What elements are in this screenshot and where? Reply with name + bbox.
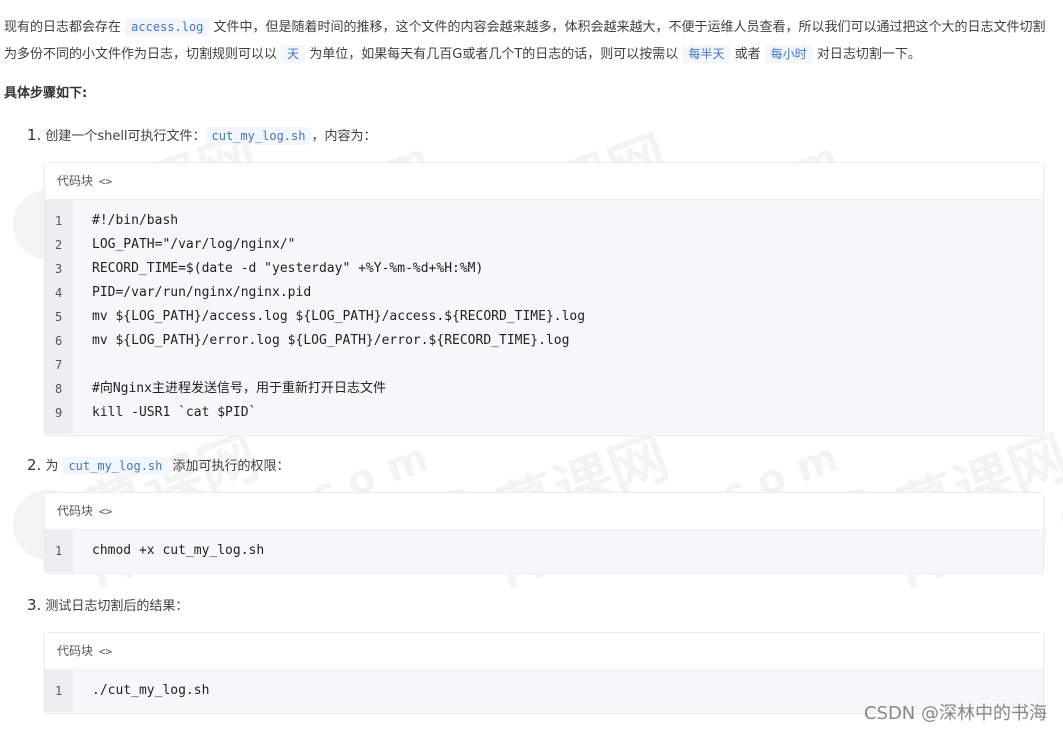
- code-line: PID=/var/run/nginx/nginx.pid: [92, 285, 312, 300]
- line-number: 7: [55, 358, 63, 372]
- line-number-gutter: 1: [45, 530, 73, 572]
- line-number-gutter: 1 2 3 4 5 6 7 8 9: [45, 200, 73, 434]
- code-block-header[interactable]: 代码块 <>: [45, 633, 1043, 670]
- code-block-label: 代码块: [57, 174, 94, 188]
- code-icon: <>: [98, 505, 113, 518]
- intro-text: 现有的日志都会存在: [4, 20, 126, 35]
- code-icon: <>: [98, 645, 113, 658]
- code-block-header[interactable]: 代码块 <>: [45, 493, 1043, 530]
- line-number: 1: [55, 544, 63, 558]
- intro-text: 或者: [730, 47, 765, 62]
- line-number: 9: [55, 406, 63, 420]
- step-number: 1.: [27, 126, 42, 144]
- line-number: 4: [55, 286, 63, 300]
- code-line: #向Nginx主进程发送信号，用于重新打开日志文件: [92, 381, 386, 396]
- code-line: mv ${LOG_PATH}/error.log ${LOG_PATH}/err…: [92, 333, 570, 348]
- code-line: RECORD_TIME=$(date -d "yesterday" +%Y-%m…: [92, 261, 484, 276]
- line-number: 8: [55, 382, 63, 396]
- line-number: 1: [55, 214, 63, 228]
- step-number: 3.: [27, 596, 42, 614]
- code-lines: chmod +x cut_my_log.sh: [73, 530, 1043, 572]
- step-text: 为: [45, 459, 63, 474]
- code-line: chmod +x cut_my_log.sh: [92, 543, 265, 558]
- line-number: 5: [55, 310, 63, 324]
- line-number: 1: [55, 684, 63, 698]
- step-2: 2. 为 cut_my_log.sh 添加可执行的权限：: [27, 455, 290, 475]
- code-block-2: 代码块 <> 1 chmod +x cut_my_log.sh: [44, 492, 1044, 574]
- inline-code: access.log: [125, 18, 210, 36]
- code-line: mv ${LOG_PATH}/access.log ${LOG_PATH}/ac…: [92, 309, 586, 324]
- step-1: 1. 创建一个shell可执行文件： cut_my_log.sh ，内容为：: [27, 125, 377, 145]
- code-lines: #!/bin/bash LOG_PATH="/var/log/nginx/" REC…: [73, 200, 1043, 434]
- intro-text: 对日志切割一下。: [812, 47, 921, 62]
- csdn-credit: CSDN @深林中的书海: [863, 703, 1047, 724]
- code-line: #!/bin/bash: [92, 213, 179, 228]
- line-number: 2: [55, 238, 63, 252]
- inline-code: 每小时: [764, 45, 813, 63]
- step-text: ，内容为：: [311, 129, 377, 144]
- step-text: 测试日志切割后的结果：: [45, 599, 189, 614]
- inline-code: 每半天: [682, 45, 731, 63]
- line-number: 3: [55, 262, 63, 276]
- line-number-gutter: 1: [45, 670, 73, 712]
- intro-paragraph: 现有的日志都会存在 access.log 文件中，但是随着时间的推移，这个文件的…: [4, 14, 1054, 68]
- code-line: kill -USR1 `cat $PID`: [92, 405, 257, 420]
- inline-code: cut_my_log.sh: [62, 457, 169, 475]
- code-block-label: 代码块: [57, 644, 94, 658]
- code-block-1: 代码块 <> 1 2 3 4 5 6 7 8 9 #!/bin/bash LOG_PATH="/v…: [44, 162, 1044, 436]
- code-icon: <>: [98, 175, 113, 188]
- line-number: 6: [55, 334, 63, 348]
- step-3: 3. 测试日志切割后的结果：: [27, 595, 188, 614]
- step-text: 添加可执行的权限：: [168, 459, 290, 474]
- inline-code: 天: [281, 45, 306, 63]
- step-number: 2.: [27, 456, 42, 474]
- intro-text: 为单位，如果每天有几百G或者几个T的日志的话，则可以按需以: [305, 47, 683, 62]
- code-line: LOG_PATH="/var/log/nginx/": [92, 237, 296, 252]
- inline-code: cut_my_log.sh: [205, 127, 312, 145]
- code-block-header[interactable]: 代码块 <>: [45, 163, 1043, 200]
- steps-heading: 具体步骤如下:: [4, 86, 88, 101]
- step-text: 创建一个shell可执行文件：: [45, 129, 206, 144]
- code-block-label: 代码块: [57, 504, 94, 518]
